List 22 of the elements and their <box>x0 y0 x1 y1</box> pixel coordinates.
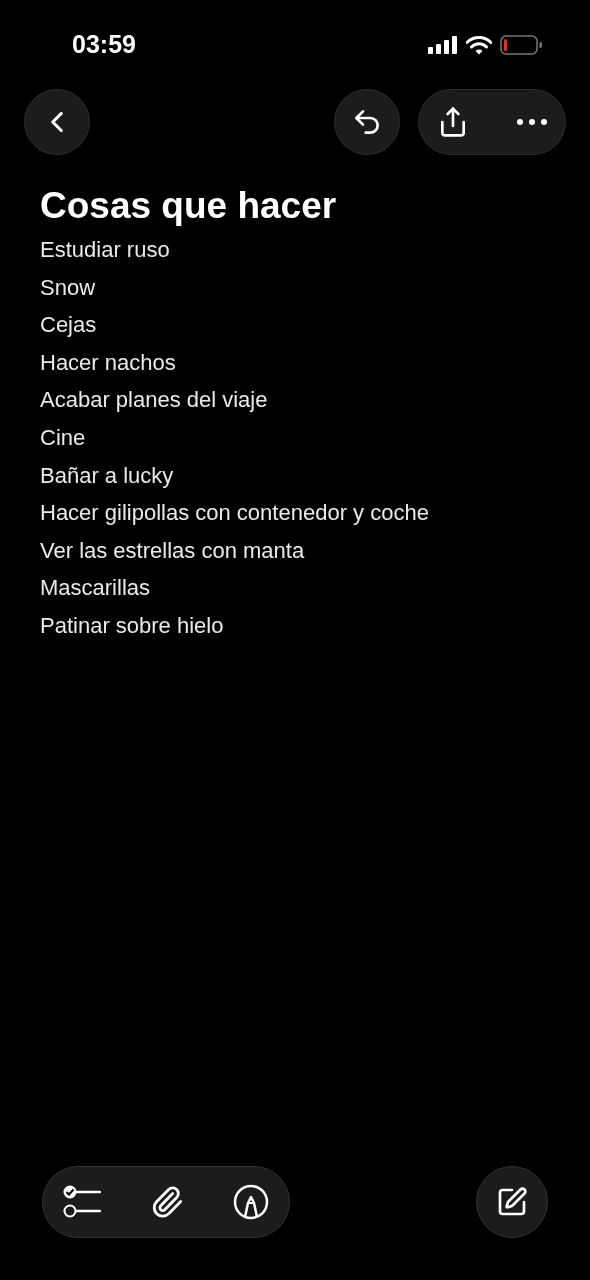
note-title: Cosas que hacer <box>40 184 338 228</box>
note-line: Hacer nachos <box>40 348 177 377</box>
compose-icon <box>496 1186 528 1218</box>
note-line: Cejas <box>40 311 98 340</box>
more-icon <box>517 119 547 125</box>
note-line: Hacer gilipollas con contenedor y coche <box>40 499 430 528</box>
note-line: Estudiar ruso <box>40 236 171 264</box>
paperclip-icon[interactable] <box>150 1185 184 1219</box>
note-line: Snow <box>40 273 97 302</box>
checklist-icon[interactable] <box>63 1185 101 1219</box>
markup-pen-icon[interactable] <box>233 1184 269 1220</box>
note-line: Mascarillas <box>40 574 152 603</box>
note-line: Bañar a lucky <box>40 461 175 490</box>
signal-icon <box>428 36 458 54</box>
battery-icon <box>500 35 542 55</box>
note-line: Cine <box>40 423 87 452</box>
more-button[interactable] <box>517 119 547 125</box>
status-time: 03:59 <box>72 29 136 61</box>
wifi-icon <box>466 35 492 55</box>
note-line: Ver las estrellas con manta <box>40 536 306 565</box>
note-line: Acabar planes del viaje <box>40 386 269 415</box>
note-line: Patinar sobre hielo <box>40 611 225 640</box>
